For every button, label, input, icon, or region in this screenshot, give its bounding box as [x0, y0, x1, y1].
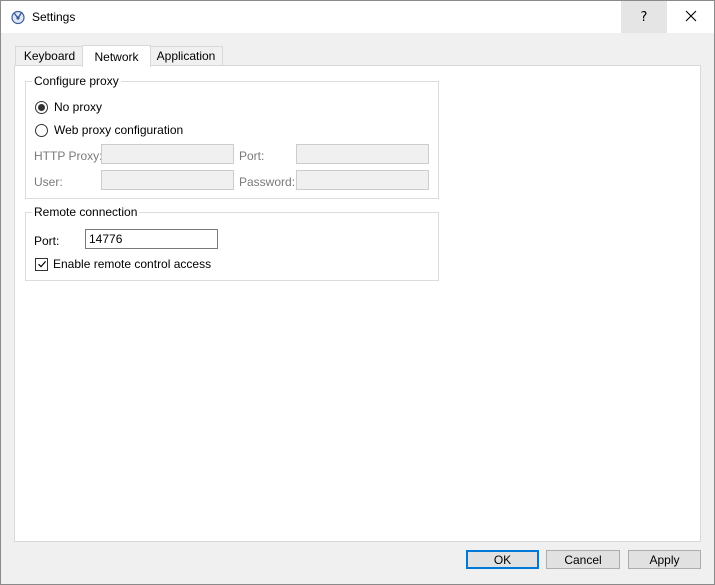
- close-button[interactable]: [668, 1, 714, 33]
- configure-proxy-legend: Configure proxy: [32, 74, 121, 88]
- apply-button[interactable]: Apply: [628, 550, 701, 569]
- help-icon: ?: [640, 9, 648, 25]
- web-proxy-radio[interactable]: [35, 123, 48, 137]
- tab-keyboard-label: Keyboard: [23, 49, 76, 63]
- password-input[interactable]: [296, 170, 429, 190]
- tab-network[interactable]: Network: [82, 45, 151, 67]
- no-proxy-radio-row[interactable]: No proxy: [35, 100, 102, 114]
- remote-connection-group: Remote connection Port: 14776 Enable rem…: [25, 205, 439, 281]
- network-panel: Configure proxy No proxy Web proxy confi…: [14, 65, 701, 542]
- web-proxy-label: Web proxy configuration: [54, 123, 184, 137]
- user-label: User:: [34, 175, 63, 189]
- remote-port-input[interactable]: 14776: [85, 229, 218, 249]
- help-button[interactable]: ?: [621, 1, 667, 33]
- proxy-port-input[interactable]: [296, 144, 429, 164]
- title-bar[interactable]: Settings ?: [1, 1, 714, 33]
- window-title: Settings: [32, 10, 76, 24]
- no-proxy-radio[interactable]: [35, 100, 48, 114]
- http-proxy-input[interactable]: [101, 144, 234, 164]
- user-input[interactable]: [101, 170, 234, 190]
- enable-remote-row[interactable]: Enable remote control access: [35, 257, 211, 271]
- cancel-button[interactable]: Cancel: [546, 550, 620, 569]
- tab-application[interactable]: Application: [149, 46, 223, 65]
- remote-connection-legend: Remote connection: [32, 205, 140, 219]
- password-label: Password:: [239, 175, 296, 189]
- enable-remote-checkbox[interactable]: [35, 257, 48, 271]
- ok-button[interactable]: OK: [466, 550, 539, 569]
- tab-network-label: Network: [94, 49, 139, 64]
- tab-application-label: Application: [156, 49, 216, 63]
- tab-keyboard[interactable]: Keyboard: [15, 46, 84, 65]
- web-proxy-radio-row[interactable]: Web proxy configuration: [35, 123, 183, 137]
- no-proxy-label: No proxy: [54, 100, 103, 114]
- app-logo-icon: [10, 9, 26, 25]
- settings-dialog: Settings ? Keyboard Network Application …: [0, 0, 715, 585]
- http-proxy-label: HTTP Proxy:: [34, 149, 103, 163]
- checkmark-icon: [37, 261, 46, 268]
- remote-port-label: Port:: [34, 234, 60, 248]
- proxy-port-label: Port:: [239, 149, 265, 163]
- configure-proxy-group: Configure proxy No proxy Web proxy confi…: [25, 74, 439, 199]
- close-icon: [685, 9, 697, 25]
- enable-remote-label: Enable remote control access: [53, 257, 212, 271]
